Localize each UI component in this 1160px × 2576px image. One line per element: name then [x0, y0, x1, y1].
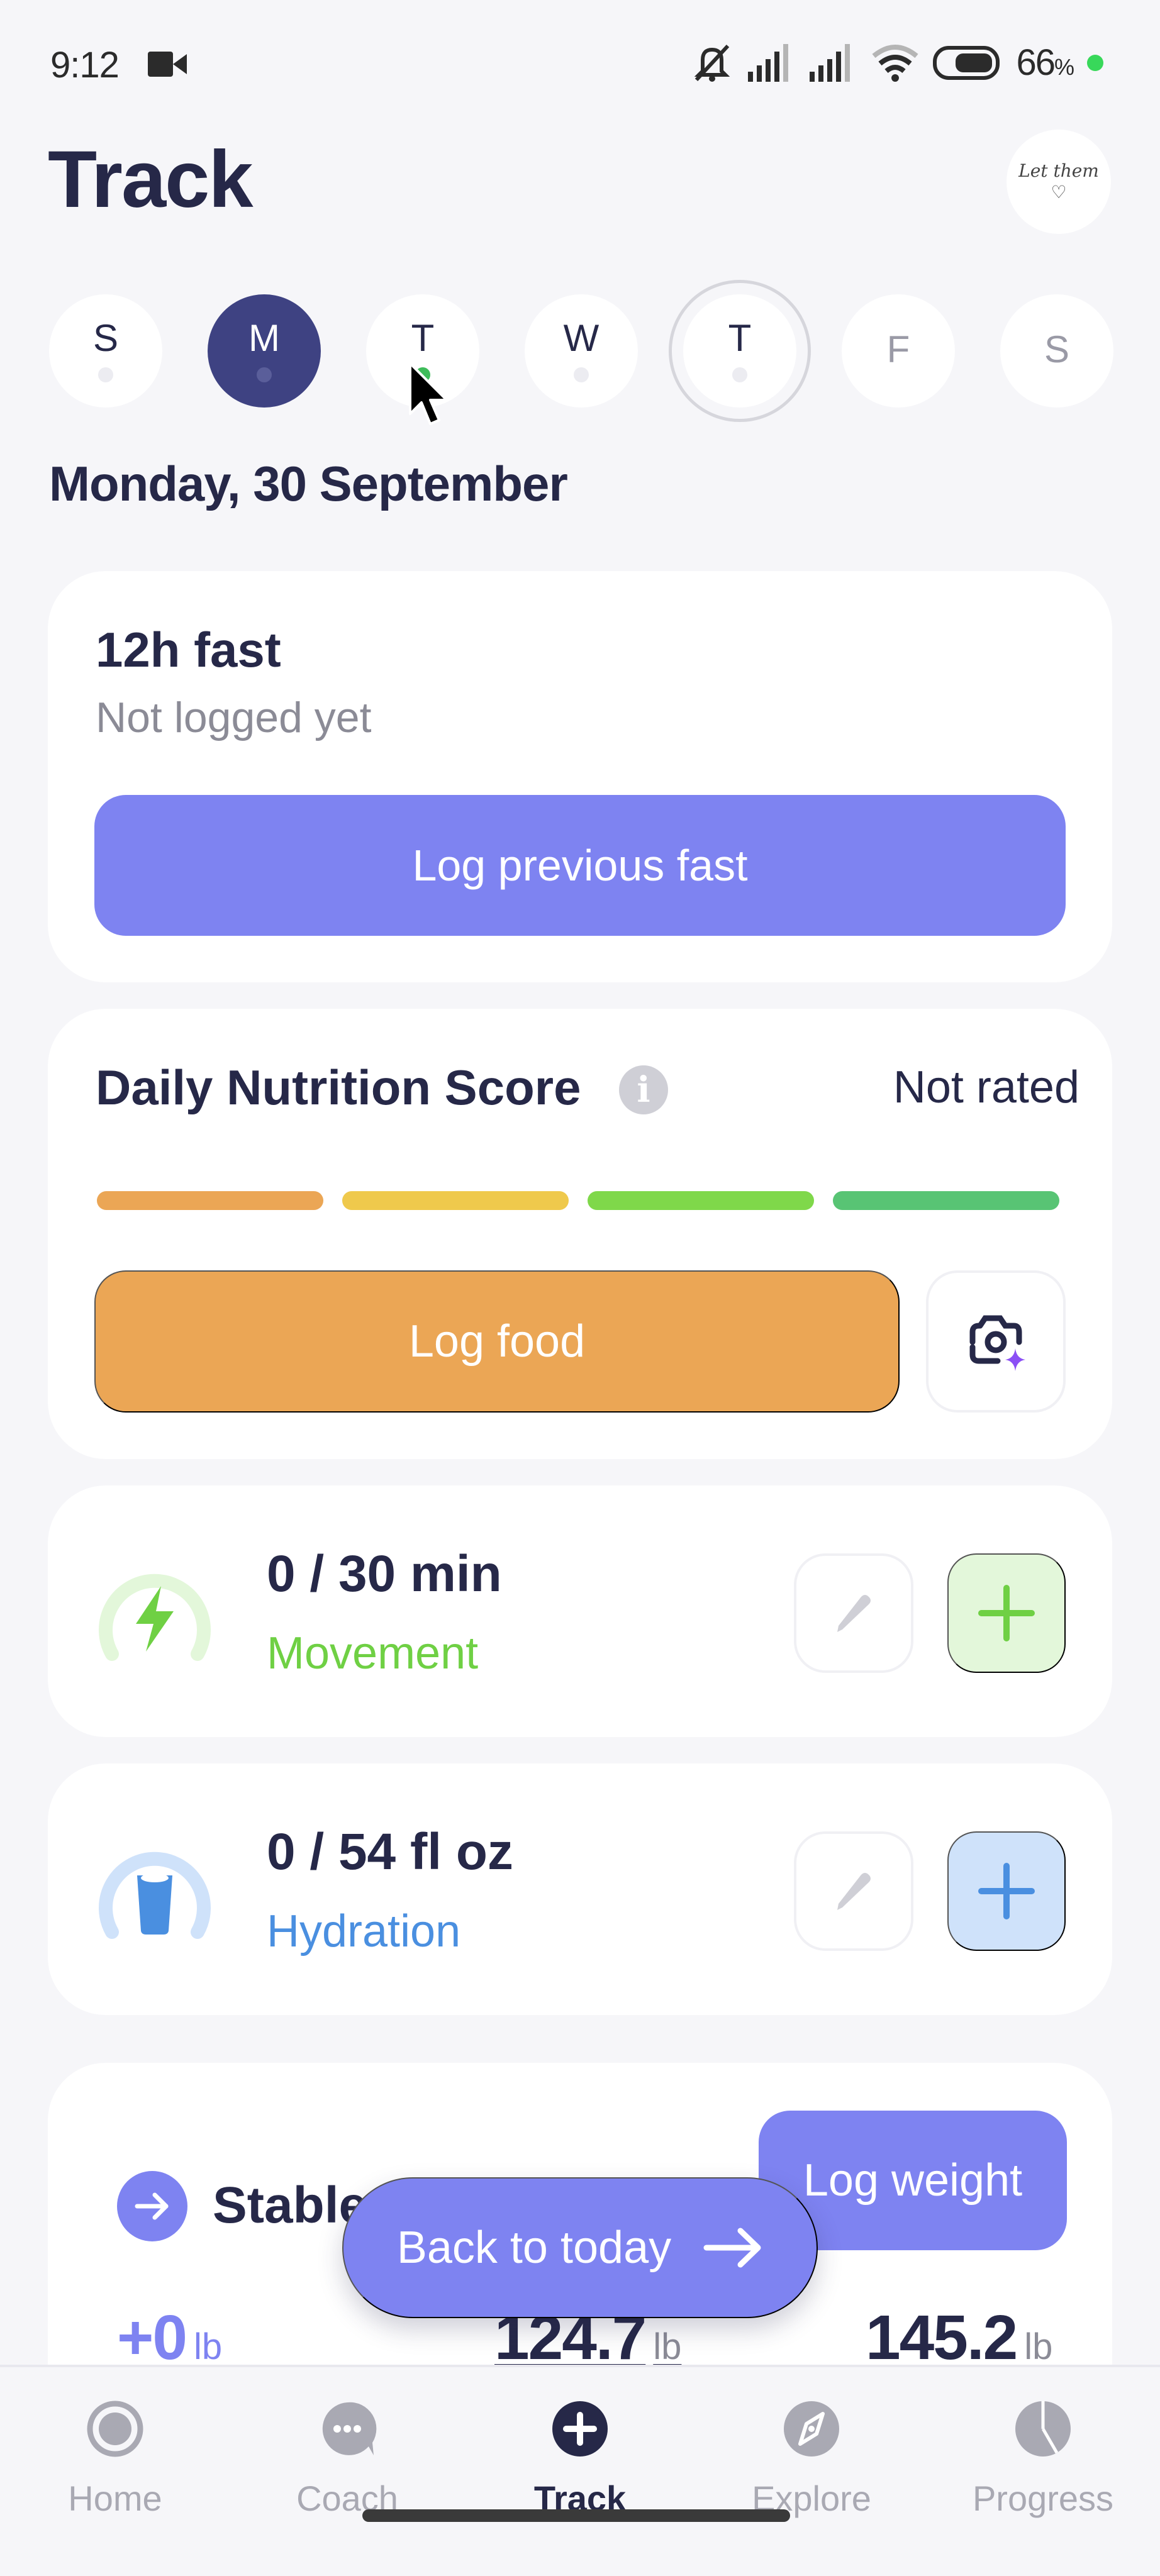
privacy-indicator-dot — [1087, 54, 1103, 71]
nutrition-score-title: Daily Nutrition Score — [96, 1060, 581, 1115]
day-friday[interactable]: F — [842, 294, 955, 408]
day-label: F — [886, 328, 910, 370]
nutrition-score-card: Daily Nutrition Score i Not rated Log fo… — [48, 1009, 1112, 1459]
status-time: 9:12 — [50, 45, 120, 86]
mouse-cursor-icon — [409, 362, 448, 425]
day-status-dot — [574, 367, 589, 382]
edit-hydration-button[interactable] — [794, 1831, 913, 1951]
avatar-image: Let them ♡ — [1018, 160, 1099, 203]
day-sunday[interactable]: S — [49, 294, 162, 408]
avatar[interactable]: Let them ♡ — [1007, 130, 1111, 234]
hydration-progress-ring — [99, 1852, 211, 1939]
day-monday[interactable]: M — [208, 294, 321, 408]
day-label: S — [92, 317, 119, 359]
fast-card: 12h fast Not logged yet Log previous fas… — [48, 571, 1112, 982]
lightning-icon — [136, 1586, 174, 1652]
day-label: T — [728, 317, 752, 359]
date-heading: Monday, 30 September — [49, 456, 568, 511]
day-saturday[interactable]: S — [1000, 294, 1113, 408]
camera-sparkle-icon — [969, 1315, 1025, 1371]
score-bar-great — [833, 1191, 1059, 1210]
hydration-card: 0 / 54 fl oz Hydration — [48, 1763, 1112, 2015]
nav-progress[interactable]: Progress — [949, 2399, 1137, 2519]
chat-bubble-icon — [317, 2399, 377, 2459]
plus-circle-icon — [550, 2399, 610, 2459]
day-status-dot — [732, 367, 747, 382]
pencil-icon — [837, 1873, 871, 1910]
nav-track[interactable]: Track — [486, 2399, 674, 2519]
score-bar-good — [588, 1191, 814, 1210]
back-to-today-label: Back to today — [396, 2223, 672, 2273]
fast-title: 12h fast — [96, 622, 281, 677]
back-to-today-button[interactable]: Back to today — [342, 2177, 818, 2318]
pencil-icon — [837, 1595, 871, 1632]
day-label: M — [248, 317, 280, 359]
arrow-right-icon — [703, 2228, 761, 2268]
nav-home[interactable]: Home — [21, 2399, 209, 2519]
nav-explore[interactable]: Explore — [717, 2399, 906, 2519]
nutrition-score-scale — [97, 1191, 1059, 1210]
day-label: T — [411, 317, 435, 359]
nav-label: Home — [68, 2479, 162, 2518]
battery-icon — [933, 45, 1000, 80]
score-bar-poor — [97, 1191, 323, 1210]
mute-icon — [694, 44, 730, 82]
compass-icon — [781, 2399, 842, 2459]
info-icon[interactable]: i — [619, 1065, 668, 1114]
nutrition-rating: Not rated — [893, 1062, 1079, 1113]
movement-card: 0 / 30 min Movement — [48, 1485, 1112, 1737]
nav-label: Progress — [972, 2479, 1114, 2518]
signal-icon — [748, 43, 789, 82]
hydration-label: Hydration — [267, 1906, 461, 1957]
plus-icon — [978, 1585, 1035, 1641]
movement-value: 0 / 30 min — [267, 1545, 502, 1602]
fast-status: Not logged yet — [96, 694, 372, 741]
day-thursday[interactable]: T — [669, 280, 811, 422]
add-movement-button[interactable] — [947, 1553, 1066, 1673]
movement-progress-ring — [99, 1574, 211, 1661]
plus-icon — [978, 1863, 1035, 1919]
water-cup-icon — [137, 1874, 172, 1935]
page-title: Track — [48, 135, 253, 225]
bottom-navigation: Home Coach Track Explore Progress — [0, 2365, 1160, 2576]
add-hydration-button[interactable] — [947, 1831, 1066, 1951]
day-wednesday[interactable]: W — [525, 294, 638, 408]
day-status-dot — [257, 367, 272, 382]
home-indicator[interactable] — [362, 2509, 790, 2522]
weight-start: 145.2 lb — [866, 2302, 1053, 2373]
weight-change: +0 lb — [117, 2302, 223, 2373]
wifi-icon — [872, 44, 919, 82]
score-bar-fair — [342, 1191, 569, 1210]
movement-label: Movement — [267, 1628, 479, 1679]
status-bar: 9:12 66% — [0, 0, 1160, 126]
home-icon — [85, 2399, 145, 2459]
log-food-button[interactable]: Log food — [94, 1270, 900, 1413]
video-record-icon — [148, 52, 187, 77]
nav-coach[interactable]: Coach — [253, 2399, 442, 2519]
weight-trend-icon — [117, 2171, 187, 2241]
week-day-selector: S M T W T F S — [49, 280, 1118, 422]
hydration-value: 0 / 54 fl oz — [267, 1823, 513, 1880]
day-label: W — [563, 317, 600, 359]
signal-icon — [810, 43, 850, 82]
photo-log-button[interactable] — [926, 1270, 1066, 1413]
edit-movement-button[interactable] — [794, 1553, 913, 1673]
log-previous-fast-button[interactable]: Log previous fast — [94, 795, 1066, 936]
day-label: S — [1044, 328, 1070, 370]
battery-percentage: 66% — [1016, 42, 1074, 83]
pie-chart-icon — [1013, 2399, 1073, 2459]
arrow-right-icon — [135, 2192, 169, 2220]
day-status-dot — [98, 367, 113, 382]
